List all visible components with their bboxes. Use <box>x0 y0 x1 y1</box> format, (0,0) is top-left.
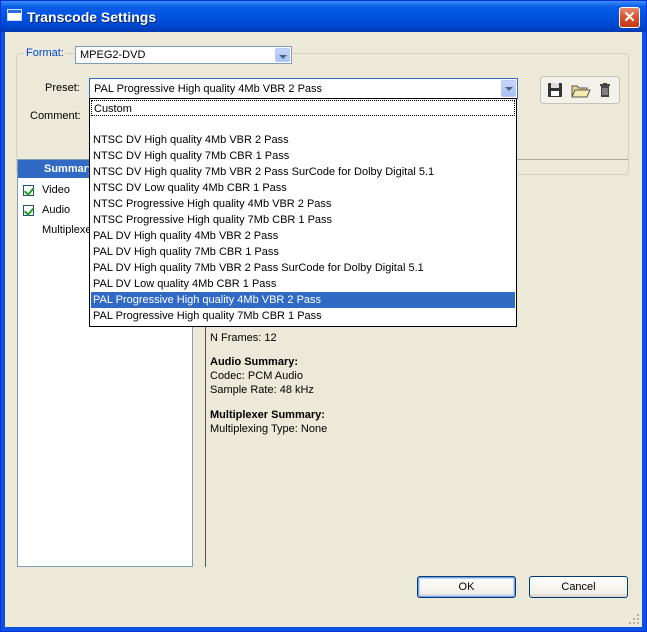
format-select-value: MPEG2-DVD <box>80 49 146 61</box>
tree-item-audio[interactable]: Audio <box>42 204 70 216</box>
preset-option[interactable]: PAL DV Low quality 4Mb CBR 1 Pass <box>91 276 515 292</box>
preset-option[interactable]: PAL DV High quality 4Mb VBR 2 Pass <box>91 228 515 244</box>
format-label: Format: <box>24 47 66 59</box>
preset-toolbar <box>540 76 620 104</box>
trash-icon <box>600 83 610 97</box>
preset-option[interactable]: PAL Progressive High quality 7Mb CBR 1 P… <box>91 308 515 324</box>
title-bar[interactable]: Transcode Settings ✕ <box>1 1 646 32</box>
audio-summary-title: Audio Summary: <box>210 356 299 368</box>
multiplexer-summary-title: Multiplexer Summary: <box>210 409 325 421</box>
preset-option[interactable] <box>91 116 515 132</box>
preset-option[interactable]: NTSC DV High quality 7Mb CBR 1 Pass <box>91 148 515 164</box>
comment-label: Comment: <box>30 110 81 122</box>
audio-checkbox[interactable] <box>23 205 34 216</box>
open-preset-button[interactable] <box>568 78 592 102</box>
preset-select[interactable]: PAL Progressive High quality 4Mb VBR 2 P… <box>89 78 518 99</box>
preset-option[interactable]: PAL DV High quality 7Mb CBR 1 Pass <box>91 244 515 260</box>
chevron-down-icon[interactable] <box>275 48 290 62</box>
save-preset-button[interactable] <box>543 78 567 102</box>
resize-grip-icon[interactable] <box>628 613 640 625</box>
close-button[interactable]: ✕ <box>619 7 640 28</box>
chevron-down-icon[interactable] <box>501 80 516 97</box>
audio-sample-rate: Sample Rate: 48 kHz <box>210 384 314 396</box>
dialog-body: Format: MPEG2-DVD Preset: PAL Progressiv… <box>5 32 642 627</box>
cancel-button[interactable]: Cancel <box>529 576 628 598</box>
summary-n-frames: N Frames: 12 <box>210 332 277 344</box>
preset-option[interactable]: PAL DV High quality 7Mb VBR 2 Pass SurCo… <box>91 260 515 276</box>
preset-option[interactable]: NTSC DV High quality 4Mb VBR 2 Pass <box>91 132 515 148</box>
video-checkbox[interactable] <box>23 185 34 196</box>
delete-preset-button[interactable] <box>593 78 617 102</box>
close-icon: ✕ <box>623 9 636 26</box>
window-icon <box>7 9 22 21</box>
format-select[interactable]: MPEG2-DVD <box>75 46 292 64</box>
folder-open-icon <box>571 85 591 98</box>
preset-label: Preset: <box>45 82 80 94</box>
preset-option-selected[interactable]: PAL Progressive High quality 4Mb VBR 2 P… <box>91 292 515 308</box>
audio-codec: Codec: PCM Audio <box>210 370 303 382</box>
multiplexing-type: Multiplexing Type: None <box>210 423 328 435</box>
tree-item-multiplexer[interactable]: Multiplexer <box>42 224 95 236</box>
tree-item-video[interactable]: Video <box>42 184 70 196</box>
transcode-settings-window: Transcode Settings ✕ Format: MPEG2-DVD P… <box>0 0 647 632</box>
preset-option[interactable]: Custom <box>91 100 515 116</box>
save-icon <box>548 83 562 97</box>
window-title: Transcode Settings <box>27 9 157 25</box>
preset-option[interactable]: NTSC DV High quality 7Mb VBR 2 Pass SurC… <box>91 164 515 180</box>
preset-option[interactable]: NTSC DV Low quality 4Mb CBR 1 Pass <box>91 180 515 196</box>
preset-option[interactable]: NTSC Progressive High quality 7Mb CBR 1 … <box>91 212 515 228</box>
preset-option[interactable]: NTSC Progressive High quality 4Mb VBR 2 … <box>91 196 515 212</box>
preset-dropdown-list[interactable]: Custom NTSC DV High quality 4Mb VBR 2 Pa… <box>89 98 517 327</box>
ok-button[interactable]: OK <box>417 576 516 598</box>
preset-select-value: PAL Progressive High quality 4Mb VBR 2 P… <box>94 83 323 95</box>
